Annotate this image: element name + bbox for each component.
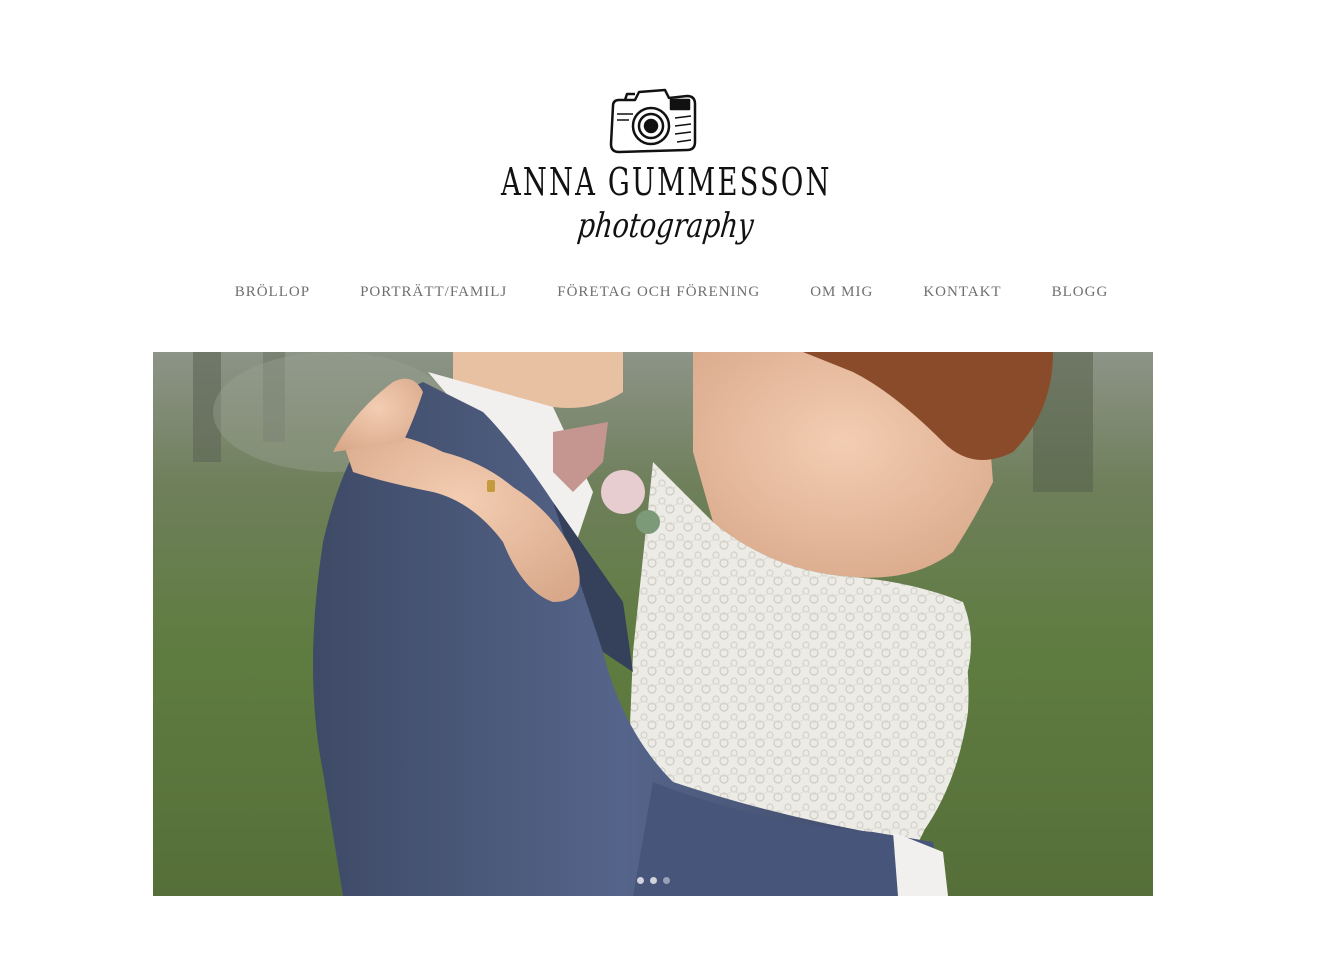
slider-dot-1[interactable]: [636, 877, 644, 884]
slider-dot-2[interactable]: [649, 877, 657, 884]
main-nav: BRÖLLOP PORTRÄTT/FAMILJ FÖRETAG OCH FÖRE…: [0, 282, 1343, 302]
hero-photo: [153, 352, 1153, 896]
hero-slider[interactable]: [153, 352, 1153, 896]
nav-item-brollop[interactable]: BRÖLLOP: [235, 282, 310, 302]
nav-item-foretag-och-forening[interactable]: FÖRETAG OCH FÖRENING: [557, 282, 760, 302]
camera-icon: [609, 88, 697, 154]
slider-dot-3[interactable]: [662, 877, 670, 884]
slider-dots: [153, 877, 1153, 884]
site-logo[interactable]: ANNA GUMMESSON photography: [0, 80, 1343, 260]
brand-name: ANNA GUMMESSON: [501, 160, 832, 204]
nav-item-kontakt[interactable]: KONTAKT: [923, 282, 1001, 302]
brand-tagline: photography: [575, 206, 756, 246]
nav-item-portratt-familj[interactable]: PORTRÄTT/FAMILJ: [360, 282, 507, 302]
nav-item-om-mig[interactable]: OM MIG: [810, 282, 873, 302]
nav-item-blogg[interactable]: BLOGG: [1052, 282, 1109, 302]
